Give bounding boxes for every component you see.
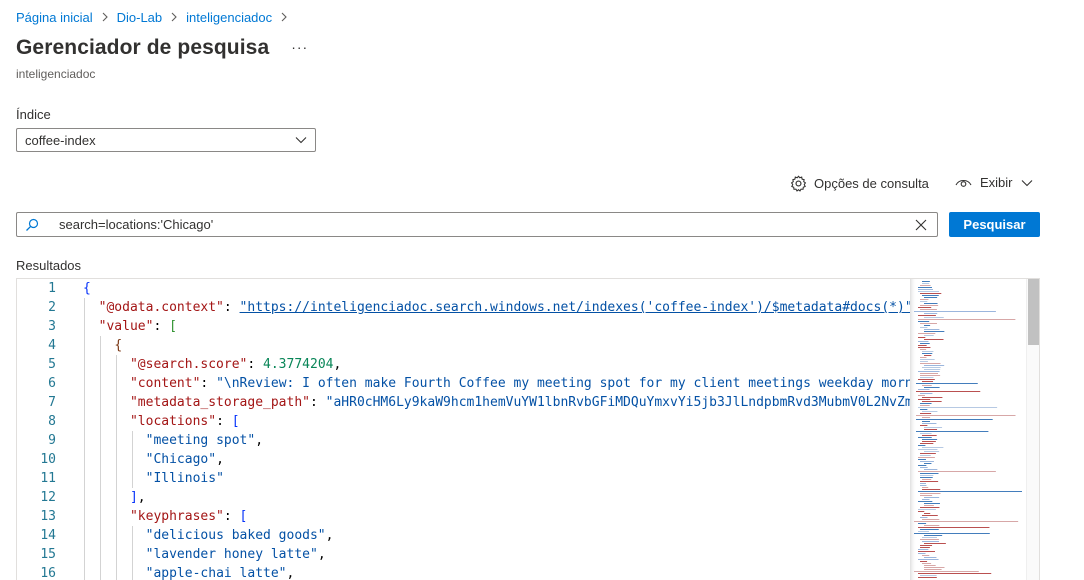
breadcrumb-dio-lab[interactable]: Dio-Lab <box>117 10 163 25</box>
chevron-right-icon <box>170 12 178 22</box>
code-line: { <box>83 281 91 296</box>
page-subtitle: inteligenciadoc <box>16 67 96 81</box>
line-number: 11 <box>40 471 56 486</box>
line-number: 14 <box>40 528 56 543</box>
code-line: "value": [ <box>98 319 177 334</box>
code-line: "Illinois" <box>145 471 224 486</box>
search-button[interactable]: Pesquisar <box>949 212 1040 237</box>
eye-icon <box>955 177 972 189</box>
code-minimap[interactable] <box>910 279 1026 580</box>
results-editor[interactable]: 1 2 3 4 5 6 7 8 9 10 11 12 13 14 15 16 {… <box>16 278 1040 580</box>
line-number-gutter: 1 2 3 4 5 6 7 8 9 10 11 12 13 14 15 16 <box>17 279 73 580</box>
page-title: Gerenciador de pesquisa <box>16 36 270 59</box>
line-number: 16 <box>40 566 56 580</box>
code-line: { <box>114 338 123 353</box>
line-number: 3 <box>48 319 56 334</box>
chevron-down-icon <box>1021 179 1033 187</box>
line-number: 13 <box>40 509 56 524</box>
line-number: 1 <box>48 281 56 296</box>
title-row: Gerenciador de pesquisa ··· <box>16 36 308 60</box>
line-number: 9 <box>48 433 56 448</box>
code-line: "@search.score": 4.3774204, <box>129 357 342 372</box>
line-number: 6 <box>48 376 56 391</box>
line-number: 10 <box>40 452 56 467</box>
view-menu-button[interactable]: Exibir <box>955 175 1033 190</box>
code-line: "@odata.context": "https://inteligenciad… <box>83 298 910 317</box>
json-code: { "@odata.context": "https://inteligenci… <box>83 279 910 580</box>
line-number: 15 <box>40 547 56 562</box>
code-line: "Chicago", <box>145 452 224 467</box>
code-line: "delicious baked goods", <box>145 528 334 543</box>
code-line: "metadata_storage_path": "aHR0cHM6Ly9kaW… <box>129 395 910 410</box>
line-number: 8 <box>48 414 56 429</box>
code-line: "keyphrases": [ <box>129 509 248 524</box>
line-number: 2 <box>48 300 56 315</box>
breadcrumb-home[interactable]: Página inicial <box>16 10 93 25</box>
search-input[interactable] <box>59 217 905 232</box>
odata-context-link[interactable]: "https://inteligenciadoc.search.windows.… <box>240 300 910 315</box>
search-icon <box>17 218 47 232</box>
code-line: "meeting spot", <box>145 433 264 448</box>
vertical-scrollbar[interactable] <box>1026 279 1039 580</box>
line-number: 12 <box>40 490 56 505</box>
breadcrumb-inteligenciadoc[interactable]: inteligenciadoc <box>186 10 272 25</box>
search-box <box>16 212 938 237</box>
chevron-right-icon <box>280 12 288 22</box>
query-options-label: Opções de consulta <box>814 176 929 191</box>
chevron-right-icon <box>101 12 109 22</box>
chevron-down-icon <box>295 136 307 144</box>
results-label: Resultados <box>16 258 82 273</box>
code-line: "lavender honey latte", <box>145 547 326 562</box>
code-line: "locations": [ <box>129 414 240 429</box>
close-icon[interactable] <box>905 219 937 231</box>
view-menu-label: Exibir <box>980 175 1013 190</box>
gear-icon <box>790 175 807 192</box>
line-number: 7 <box>48 395 56 410</box>
breadcrumb: Página inicial Dio-Lab inteligenciadoc <box>16 8 296 26</box>
line-number: 4 <box>48 338 56 353</box>
more-icon[interactable]: ··· <box>291 39 308 55</box>
index-label: Índice <box>16 107 51 122</box>
code-line: "content": "\nReview: I often make Fourt… <box>129 376 910 391</box>
code-line: "apple-chai latte", <box>145 566 295 580</box>
query-options-button[interactable]: Opções de consulta <box>790 175 929 192</box>
line-number: 5 <box>48 357 56 372</box>
scrollbar-thumb[interactable] <box>1028 279 1039 345</box>
index-dropdown[interactable]: coffee-index <box>16 128 316 152</box>
code-line: ], <box>129 490 146 505</box>
index-dropdown-value: coffee-index <box>25 132 96 148</box>
